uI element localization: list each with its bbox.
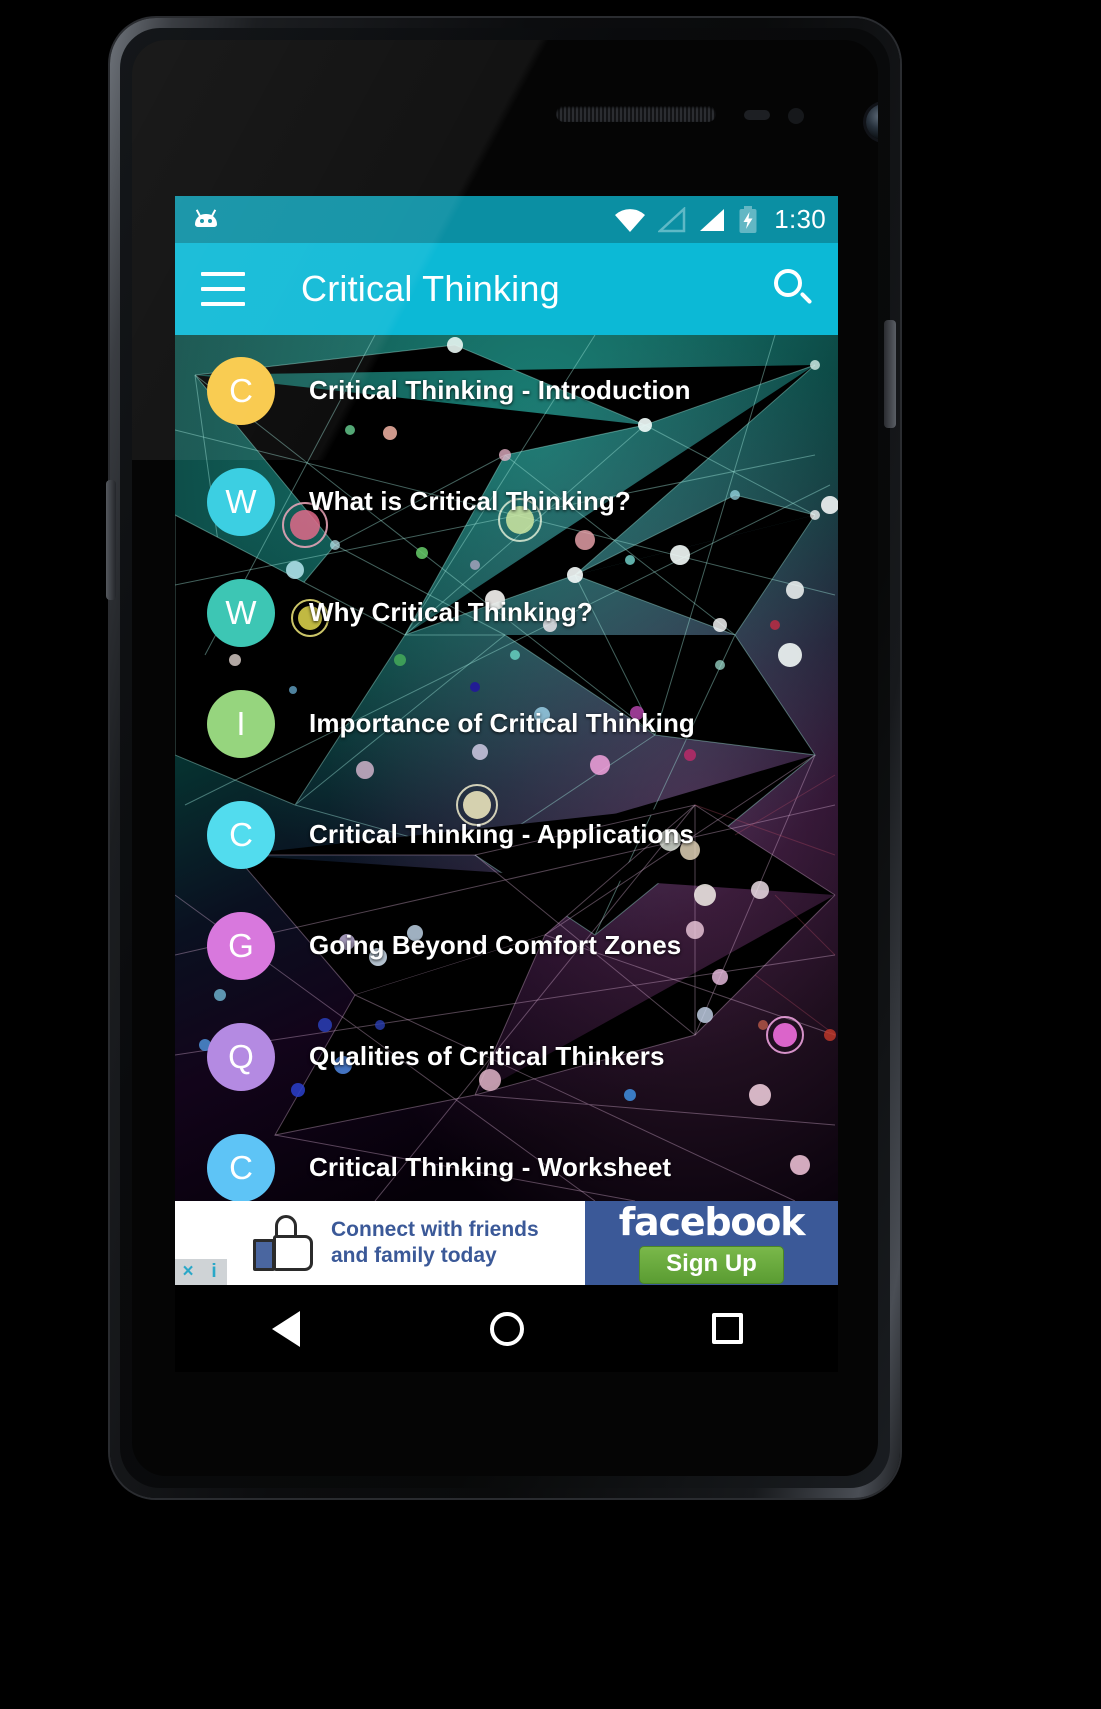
page-title: Critical Thinking (301, 268, 560, 309)
avatar: Q (207, 1022, 275, 1091)
list-item[interactable]: W Why Critical Thinking? (175, 557, 838, 668)
battery-charging-icon (739, 205, 757, 233)
ad-cta-panel[interactable]: facebook Sign Up (585, 1201, 838, 1285)
hamburger-menu-icon[interactable] (201, 272, 245, 306)
list-item[interactable]: W What is Critical Thinking? (175, 446, 838, 557)
avatar: G (207, 911, 275, 980)
app-toolbar: Critical Thinking (175, 243, 838, 335)
list-item[interactable]: C Critical Thinking - Applications (175, 779, 838, 890)
avatar: W (207, 578, 275, 647)
list-item[interactable]: C Critical Thinking - Worksheet (175, 1112, 838, 1201)
recents-square-icon[interactable] (696, 1300, 760, 1358)
ad-info-icon[interactable]: i (201, 1259, 227, 1285)
android-robot-icon (193, 208, 219, 232)
ad-headline-line1: Connect with friends (331, 1218, 539, 1242)
list-item-label: Qualities of Critical Thinkers (309, 1041, 665, 1071)
back-triangle-icon[interactable] (254, 1300, 318, 1358)
list-item-label: Why Critical Thinking? (309, 597, 593, 627)
ad-headline: Connect with friends and family today (331, 1217, 539, 1268)
home-circle-icon[interactable] (475, 1300, 539, 1358)
device-screen: 1:30 Critical Thinking C Critical Thinki… (175, 196, 838, 1372)
ad-banner[interactable]: Connect with friends and family today × … (175, 1201, 838, 1285)
list-item[interactable]: I Importance of Critical Thinking (175, 668, 838, 779)
front-camera-icon (866, 104, 878, 140)
topic-list-items[interactable]: C Critical Thinking - Introduction W What i… (175, 335, 838, 1201)
power-button[interactable] (884, 320, 896, 428)
list-item[interactable]: G Going Beyond Comfort Zones (175, 890, 838, 1001)
avatar: I (207, 689, 275, 758)
sign-up-button[interactable]: Sign Up (639, 1245, 784, 1284)
signal-empty-icon (658, 206, 686, 232)
thumbs-up-icon (253, 1215, 315, 1271)
status-icons: 1:30 (614, 204, 826, 235)
list-item-label: Critical Thinking - Applications (309, 819, 695, 849)
ad-badges[interactable]: × i (175, 1259, 227, 1285)
facebook-logo: facebook (618, 1201, 806, 1244)
list-item-label: Going Beyond Comfort Zones (309, 930, 682, 960)
list-item-label: Critical Thinking - Introduction (309, 375, 691, 405)
avatar: W (207, 467, 275, 536)
list-item-label: What is Critical Thinking? (309, 486, 631, 516)
wifi-icon (615, 208, 646, 232)
android-nav-bar (175, 1285, 838, 1372)
earpiece-speaker (556, 106, 716, 122)
status-time: 1:30 (774, 204, 826, 234)
list-item[interactable]: C Critical Thinking - Introduction (175, 335, 838, 446)
search-icon[interactable] (770, 266, 816, 312)
signal-full-icon (700, 208, 725, 231)
avatar: C (207, 356, 275, 425)
ad-close-icon[interactable]: × (175, 1259, 201, 1285)
list-item-label: Critical Thinking - Worksheet (309, 1152, 672, 1182)
proximity-sensor-icon (744, 110, 770, 120)
status-bar: 1:30 (175, 196, 838, 243)
ad-headline-line2: and family today (331, 1244, 497, 1267)
list-item[interactable]: Q Qualities of Critical Thinkers (175, 1001, 838, 1112)
ad-creative[interactable]: Connect with friends and family today × … (175, 1201, 585, 1285)
volume-button[interactable] (106, 480, 116, 600)
avatar: C (207, 800, 275, 869)
topic-list[interactable]: C Critical Thinking - Introduction W What i… (175, 335, 838, 1201)
list-item-label: Importance of Critical Thinking (309, 708, 695, 738)
avatar: C (207, 1133, 275, 1201)
light-sensor-icon (788, 108, 804, 124)
